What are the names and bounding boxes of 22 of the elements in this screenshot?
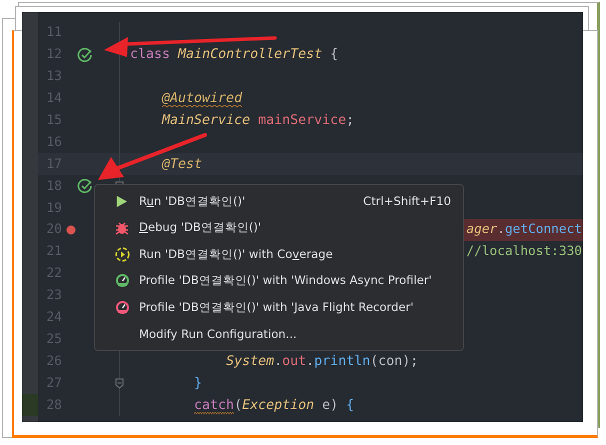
menu-item[interactable]: Profile 'DB연결확인()' with 'Java Flight Recorder' bbox=[95, 294, 463, 320]
code-line: catch(Exception e) { bbox=[194, 398, 354, 413]
test-passed-icon[interactable] bbox=[77, 46, 93, 63]
menu-item[interactable]: Modify Run Configuration... bbox=[95, 320, 463, 347]
code-line: ager.getConnect bbox=[466, 222, 583, 238]
menu-item[interactable]: Run 'DB연결확인()' Ctrl+Shift+F10 bbox=[95, 188, 463, 214]
code-line: class MainControllerTest { bbox=[130, 47, 338, 62]
code-line: System.out.println(con); bbox=[226, 354, 418, 369]
play-icon bbox=[115, 194, 128, 208]
breakpoint-icon[interactable] bbox=[66, 225, 76, 236]
code-line: @Test bbox=[162, 156, 202, 172]
menu-item[interactable]: Debug 'DB연결확인()' bbox=[95, 214, 463, 241]
menu-item[interactable]: Run 'DB연결확인()' with Coverage bbox=[95, 241, 463, 268]
code-line: @Autowired bbox=[162, 91, 242, 106]
code-line: MainService mainService; bbox=[162, 113, 354, 128]
menu-item[interactable]: Profile 'DB연결확인()' with 'Windows Async Profiler' bbox=[95, 268, 463, 294]
fold-icon[interactable] bbox=[114, 378, 124, 389]
test-passed-icon[interactable] bbox=[77, 178, 93, 194]
bug-icon bbox=[115, 220, 129, 235]
code-line: } bbox=[194, 376, 202, 391]
coverage-icon bbox=[115, 246, 130, 262]
code-line: //localhost:330 bbox=[466, 244, 583, 260]
